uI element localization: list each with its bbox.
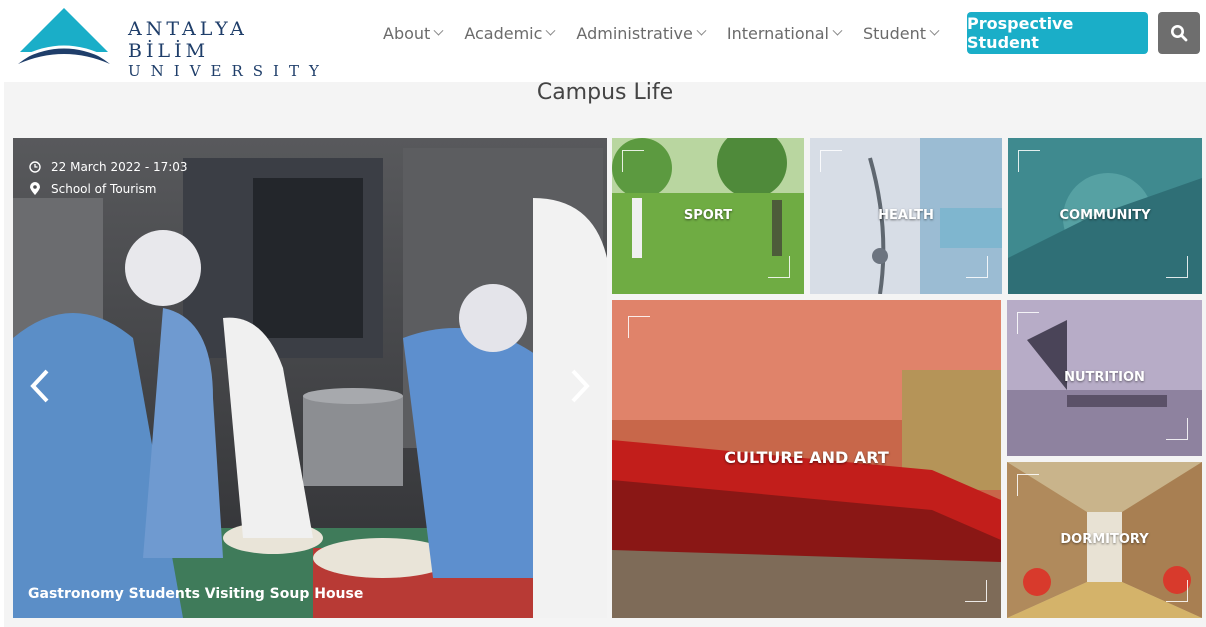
section-title: Campus Life — [536, 80, 674, 105]
slider-location-row: School of Tourism — [29, 178, 188, 200]
tile-corner-br — [965, 580, 987, 602]
logo-line1: ANTALYA BİLİM — [128, 18, 248, 62]
nav-item-about[interactable]: About — [383, 22, 444, 44]
prospective-student-button[interactable]: Prospective Student — [967, 12, 1148, 54]
news-slider[interactable]: 22 March 2022 - 17:03 School of Tourism … — [13, 138, 607, 618]
chevron-down-icon — [433, 25, 444, 36]
tile-culture-and-art[interactable]: CULTURE AND ART — [612, 300, 1001, 618]
logo-mark-icon — [18, 8, 110, 64]
tile-corner-tl — [628, 316, 650, 338]
logo-text: ANTALYA BİLİM UNIVERSITY — [128, 18, 329, 80]
nav-item-label: Academic — [464, 23, 543, 43]
tile-label-culture: CULTURE AND ART — [724, 448, 889, 467]
tile-label-sport: SPORT — [683, 208, 733, 223]
tile-sport[interactable]: SPORT — [612, 138, 804, 294]
search-button[interactable] — [1158, 12, 1200, 54]
nav-item-student[interactable]: Student — [863, 22, 940, 44]
slider-next-button[interactable] — [567, 366, 593, 406]
tile-corner-tl — [1018, 150, 1040, 172]
tile-nutrition[interactable]: NUTRITION — [1007, 300, 1202, 456]
nav-item-label: Administrative — [576, 23, 693, 43]
tile-label-health: HEALTH — [878, 208, 934, 223]
map-pin-icon — [29, 182, 45, 196]
university-logo[interactable]: ANTALYA BİLİM UNIVERSITY — [16, 6, 319, 80]
tile-label-dormitory: DORMITORY — [1060, 532, 1149, 547]
tile-corner-br — [768, 256, 790, 278]
slider-photo — [13, 138, 607, 618]
nav-item-label: About — [383, 23, 431, 43]
logo-line2: UNIVERSITY — [128, 62, 329, 80]
slider-date: 22 March 2022 - 17:03 — [51, 160, 188, 174]
tile-label-community: COMMUNITY — [1059, 208, 1151, 223]
nav-item-label: International — [726, 23, 829, 43]
tile-dormitory[interactable]: DORMITORY — [1007, 462, 1202, 618]
tile-corner-br — [1166, 418, 1188, 440]
slider-location: School of Tourism — [51, 182, 157, 196]
tile-corner-tl — [820, 150, 842, 172]
nav-item-administrative[interactable]: Administrative — [576, 22, 707, 44]
tile-corner-tl — [622, 150, 644, 172]
nav-item-academic[interactable]: Academic — [464, 22, 556, 44]
tile-corner-tl — [1017, 312, 1039, 334]
chevron-down-icon — [832, 25, 843, 36]
tile-corner-br — [1166, 580, 1188, 602]
site-header: ANTALYA BİLİM UNIVERSITY About Academic … — [0, 0, 1206, 80]
chevron-right-icon — [571, 369, 590, 403]
slider-meta: 22 March 2022 - 17:03 School of Tourism — [29, 156, 188, 200]
tile-corner-tl — [1017, 474, 1039, 496]
chevron-down-icon — [696, 25, 707, 36]
slider-prev-button[interactable] — [27, 366, 53, 406]
search-icon — [1171, 25, 1188, 42]
tile-label-nutrition: NUTRITION — [1064, 370, 1145, 385]
chevron-down-icon — [545, 25, 556, 36]
tile-community[interactable]: COMMUNITY — [1008, 138, 1202, 294]
slider-caption[interactable]: Gastronomy Students Visiting Soup House — [28, 586, 363, 602]
slider-date-row: 22 March 2022 - 17:03 — [29, 156, 188, 178]
nav-item-label: Student — [863, 23, 926, 43]
nav-item-international[interactable]: International — [726, 22, 843, 44]
tile-corner-br — [966, 256, 988, 278]
chevron-down-icon — [929, 25, 940, 36]
tile-corner-br — [1166, 256, 1188, 278]
clock-icon — [29, 161, 45, 173]
main-nav: About Academic Administrative Internatio… — [383, 22, 960, 44]
tile-health[interactable]: HEALTH — [810, 138, 1002, 294]
chevron-left-icon — [30, 369, 49, 403]
